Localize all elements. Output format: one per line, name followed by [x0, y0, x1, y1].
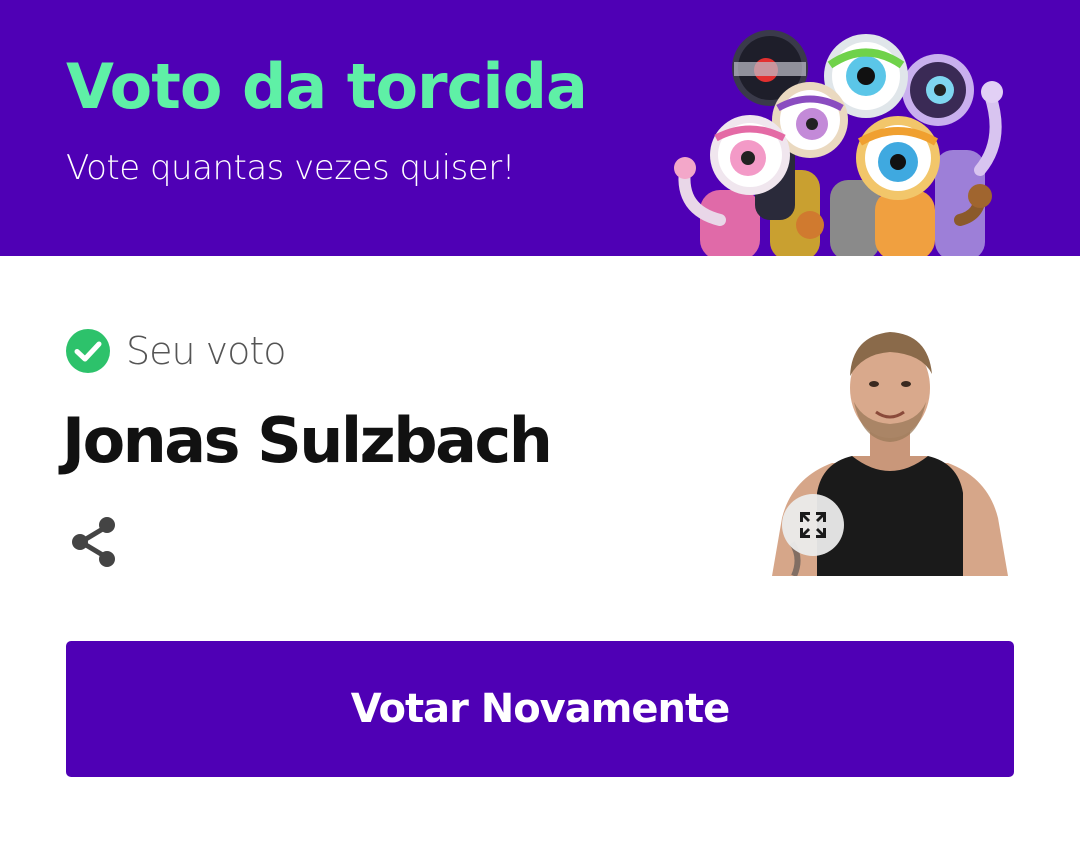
vote-again-button[interactable]: Votar Novamente: [66, 641, 1014, 777]
vote-again-label: Votar Novamente: [350, 686, 731, 732]
mascots-illustration: [674, 30, 1003, 256]
header-banner: Voto da torcida Vote quantas vezes quise…: [0, 0, 1080, 256]
check-circle-icon: [66, 329, 110, 373]
expand-icon: [800, 512, 826, 538]
expand-photo-button[interactable]: [782, 494, 844, 556]
vote-status: Seu voto: [66, 326, 287, 376]
banner-title: Voto da torcida: [66, 50, 588, 123]
candidate-name: Jonas Sulzbach: [62, 404, 553, 477]
share-icon: [72, 517, 115, 567]
share-button[interactable]: [66, 512, 122, 572]
banner-subtitle: Vote quantas vezes quiser!: [66, 148, 515, 188]
vote-status-label: Seu voto: [126, 329, 287, 373]
